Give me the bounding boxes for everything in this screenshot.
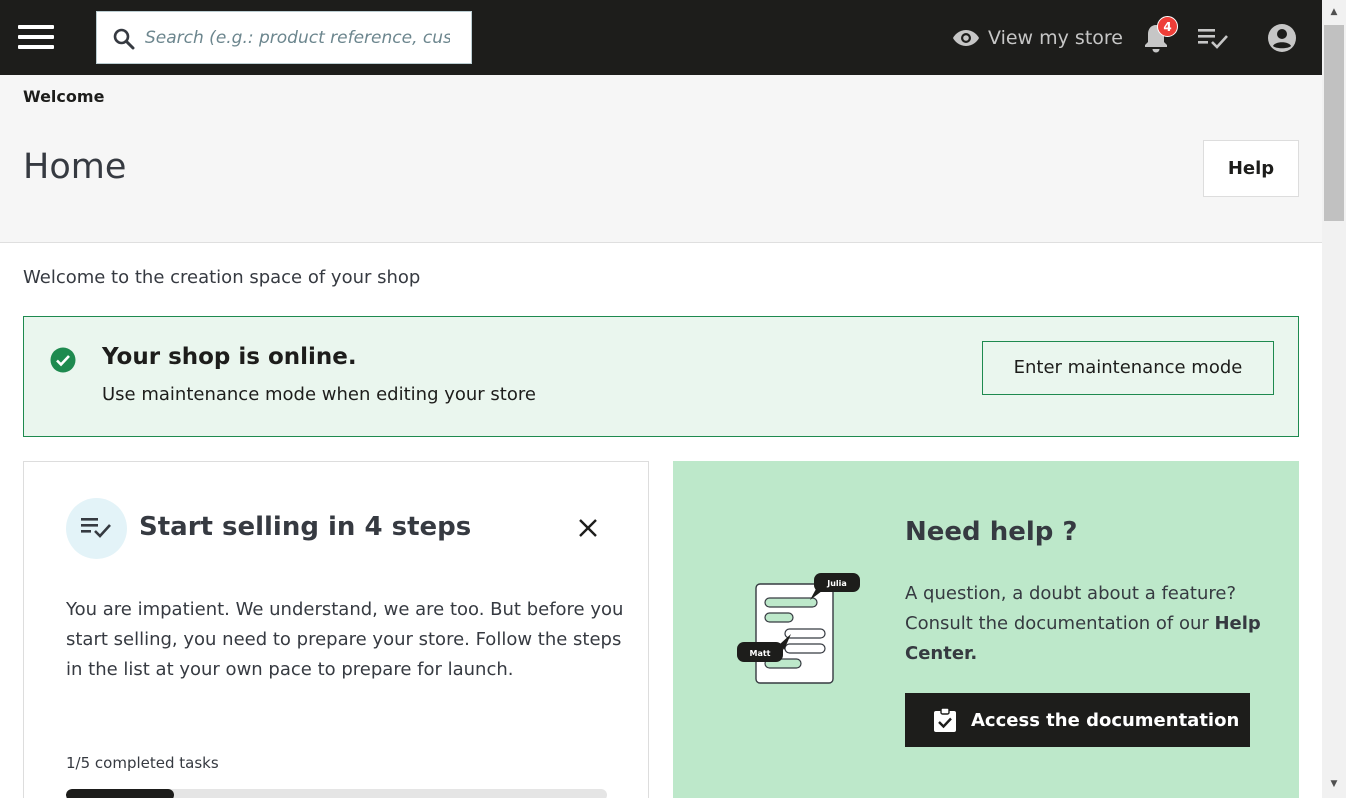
breadcrumb[interactable]: Welcome	[23, 87, 104, 106]
shop-status-alert: Your shop is online. Use maintenance mod…	[23, 316, 1299, 437]
scroll-down-arrow-icon[interactable]: ▼	[1322, 778, 1346, 790]
need-help-title: Need help ?	[905, 517, 1078, 547]
onboarding-description: You are impatient. We understand, we are…	[66, 599, 624, 680]
access-documentation-label: Access the documentation	[971, 709, 1240, 731]
onboarding-icon-circle	[66, 498, 127, 559]
need-help-card: Julia Matt Need help ? A question, a dou…	[673, 461, 1299, 798]
need-help-description-text: A question, a doubt about a feature? Con…	[905, 583, 1236, 634]
access-documentation-button[interactable]: Access the documentation	[905, 693, 1250, 747]
alert-title: Your shop is online.	[102, 344, 357, 370]
checklist-icon	[81, 518, 111, 538]
view-my-store-label: View my store	[988, 27, 1123, 49]
checklist-icon[interactable]	[1197, 26, 1229, 54]
completed-tasks-label: 1/5 completed tasks	[66, 754, 219, 772]
welcome-intro-text: Welcome to the creation space of your sh…	[23, 267, 421, 288]
progress-fill	[66, 789, 175, 798]
vertical-scrollbar[interactable]: ▲ ▼	[1322, 0, 1346, 798]
illustration-name-matt: Matt	[749, 649, 770, 658]
onboarding-title: Start selling in 4 steps	[139, 512, 472, 542]
eye-icon	[953, 30, 979, 46]
top-navigation-bar: View my store 4	[0, 0, 1322, 75]
enter-maintenance-mode-button[interactable]: Enter maintenance mode	[982, 341, 1274, 395]
scroll-thumb[interactable]	[1324, 25, 1344, 221]
onboarding-card: Start selling in 4 steps You are impatie…	[23, 461, 649, 798]
onboarding-progress-bar	[66, 789, 607, 798]
page-title: Home	[23, 147, 127, 187]
search-input[interactable]	[145, 20, 450, 55]
clipboard-check-icon	[934, 707, 956, 732]
check-circle-icon	[50, 347, 76, 373]
chat-document-illustration: Julia Matt	[737, 573, 860, 684]
alert-subtitle: Use maintenance mode when editing your s…	[102, 384, 536, 405]
account-circle-icon[interactable]	[1267, 23, 1297, 57]
need-help-description: A question, a doubt about a feature? Con…	[905, 579, 1275, 669]
notifications-badge[interactable]: 4	[1157, 16, 1178, 37]
view-my-store-link[interactable]: View my store	[952, 24, 1123, 52]
scroll-up-arrow-icon[interactable]: ▲	[1322, 6, 1346, 18]
search-box[interactable]	[96, 11, 472, 64]
page-header: Welcome Home Help	[0, 75, 1322, 243]
illustration-name-julia: Julia	[826, 579, 847, 588]
help-button[interactable]: Help	[1203, 140, 1299, 197]
close-icon[interactable]	[577, 517, 599, 539]
search-icon	[113, 28, 135, 50]
hamburger-menu-icon[interactable]	[18, 25, 54, 51]
